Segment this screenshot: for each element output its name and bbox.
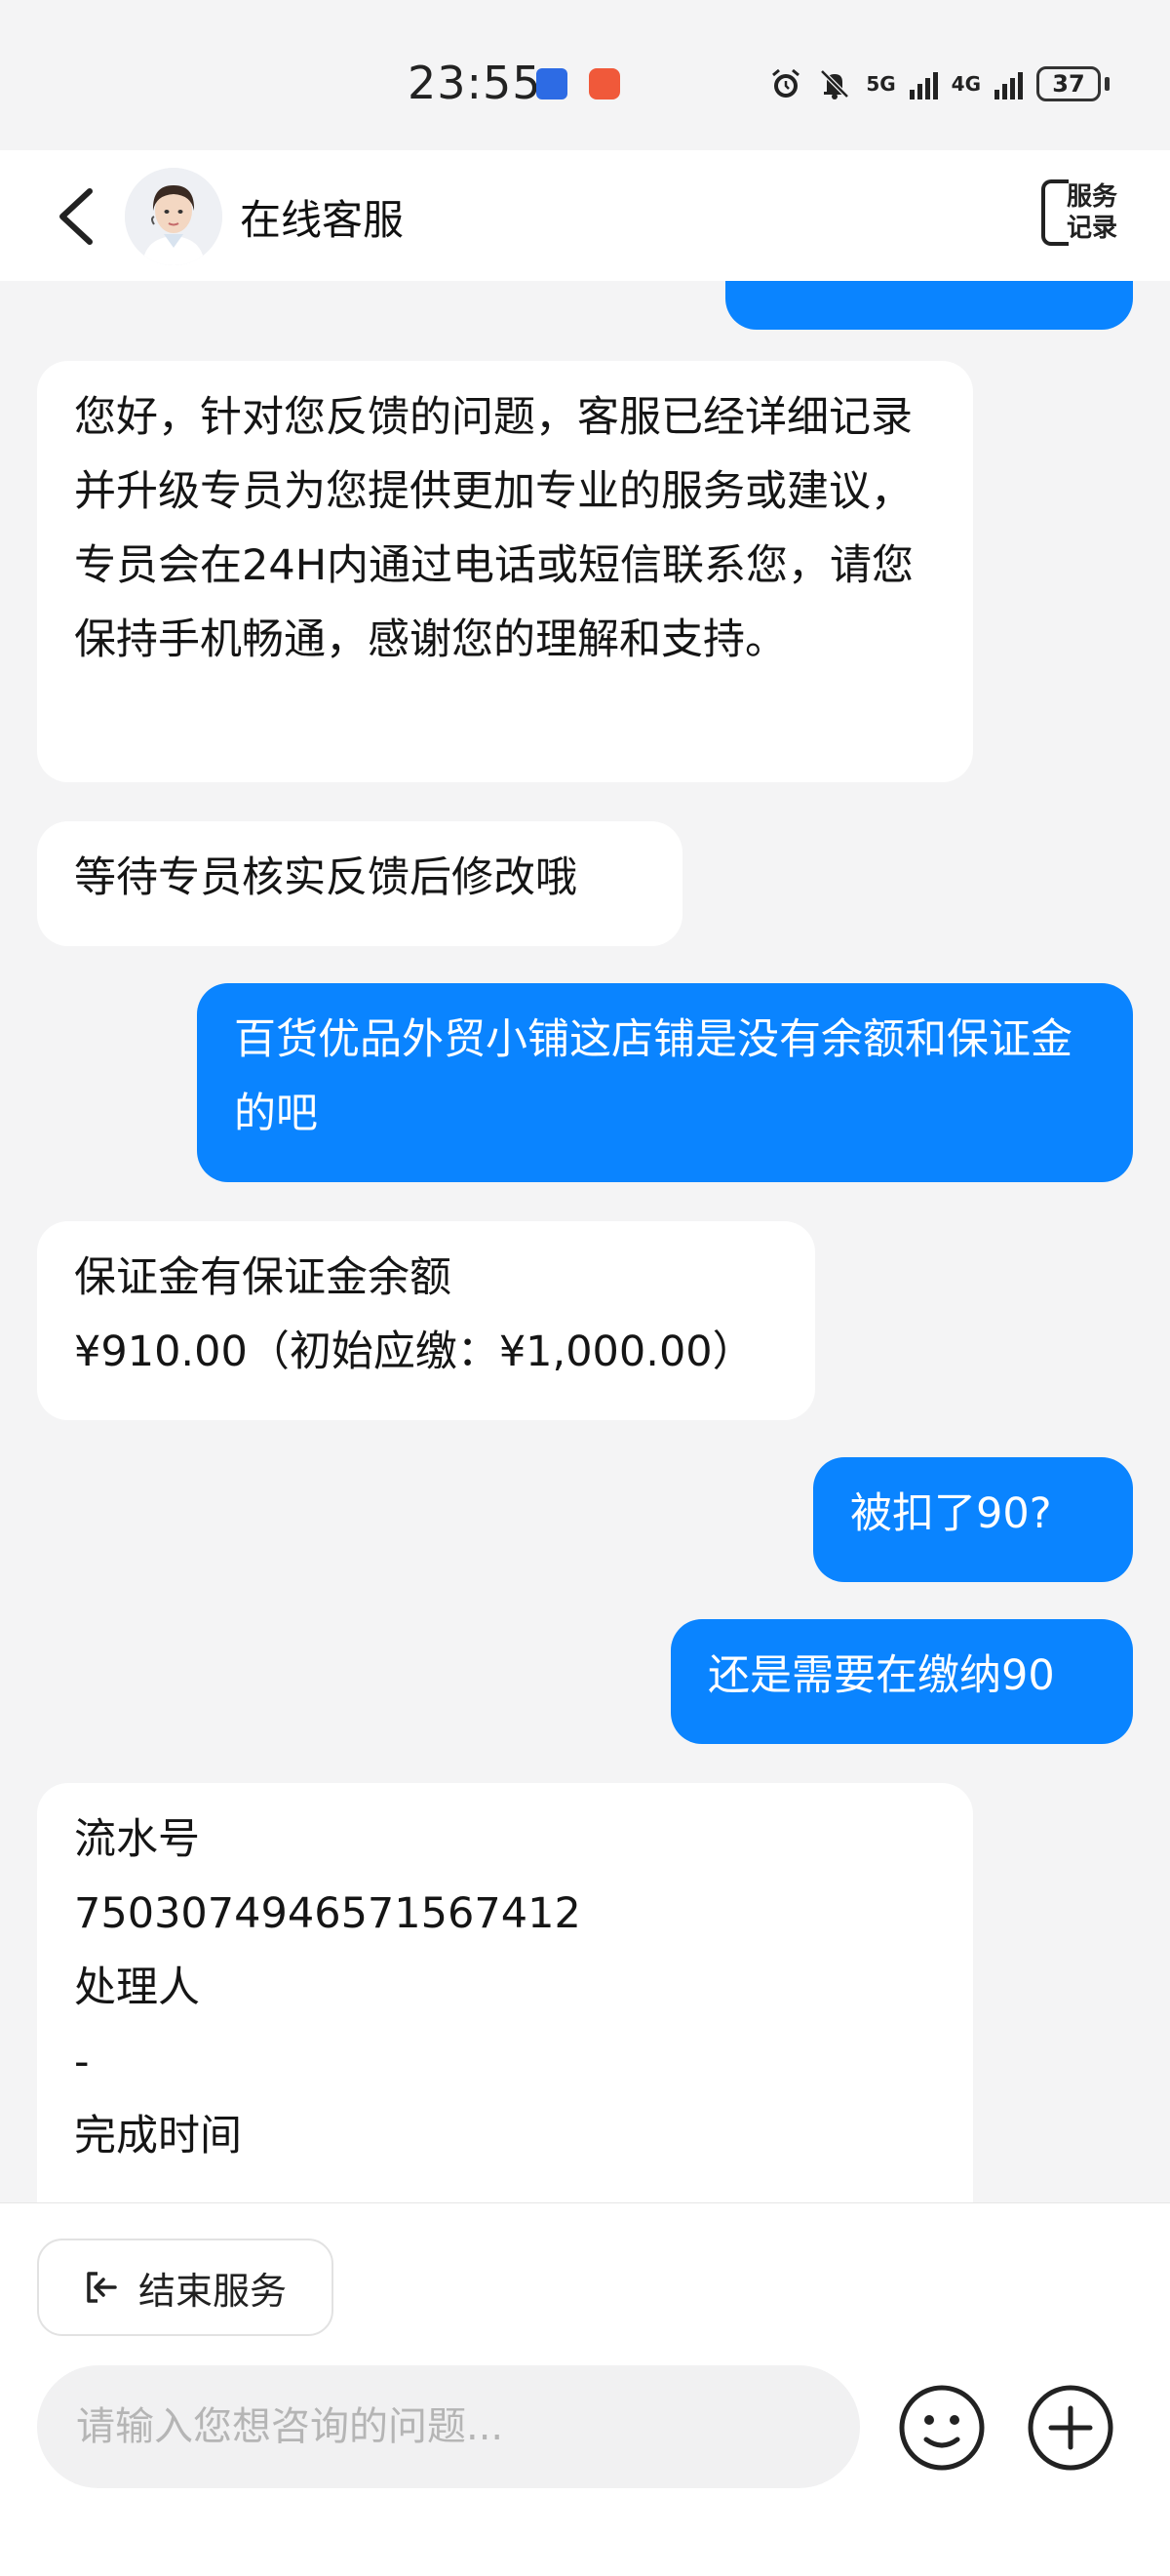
message-text: 百货优品外贸小铺这店铺是没有余额和保证金的吧 bbox=[234, 1015, 1072, 1138]
user-message-bubble: 百货优品外贸小铺这店铺是没有余额和保证金的吧 bbox=[197, 983, 1133, 1182]
input-panel: 结束服务 bbox=[0, 2202, 1170, 2576]
chat-header: 在线客服 服务 记录 bbox=[0, 150, 1170, 281]
plus-icon[interactable] bbox=[1026, 2383, 1115, 2473]
agent-message-bubble: 保证金有保证金余额 ¥910.00（初始应缴：¥1,000.00） bbox=[37, 1221, 815, 1420]
message-text: 被扣了90? bbox=[850, 1489, 1052, 1538]
message-text: 等待专员核实反馈后修改哦 bbox=[74, 853, 577, 902]
records-label: 服务 记录 bbox=[1067, 181, 1117, 244]
battery-tip bbox=[1105, 77, 1110, 91]
signal-5g-icon bbox=[909, 68, 938, 99]
exit-icon bbox=[87, 2272, 117, 2303]
alarm-icon bbox=[772, 68, 800, 98]
end-service-button[interactable]: 结束服务 bbox=[37, 2239, 333, 2336]
serial-number-label: 流水号 bbox=[74, 1815, 200, 1864]
back-arrow-icon[interactable] bbox=[51, 185, 105, 248]
message-text: 您好，针对您反馈的问题，客服已经详细记录并升级专员为您提供更加专业的服务或建议，… bbox=[74, 393, 915, 664]
agent-avatar bbox=[125, 168, 222, 265]
status-bar: 23:55 5G 4G 37 bbox=[0, 0, 1170, 150]
status-indicators: 5G 4G 37 bbox=[768, 62, 1110, 105]
status-time: 23:55 bbox=[408, 57, 542, 109]
app-notification-icon-2 bbox=[589, 68, 620, 99]
records-icon bbox=[1041, 179, 1069, 246]
battery-icon: 37 bbox=[1036, 66, 1101, 101]
network-4g-label: 4G bbox=[951, 72, 981, 96]
deposit-label: 保证金有保证金余额 bbox=[74, 1253, 451, 1302]
message-input[interactable] bbox=[37, 2365, 860, 2488]
agent-message-bubble: 您好，针对您反馈的问题，客服已经详细记录并升级专员为您提供更加专业的服务或建议，… bbox=[37, 361, 973, 782]
user-message-bubble-partial bbox=[725, 281, 1133, 330]
records-label-line2: 记录 bbox=[1067, 214, 1118, 243]
completion-time-label: 完成时间 bbox=[74, 2112, 242, 2160]
handler-label: 处理人 bbox=[74, 1963, 200, 2012]
page-title: 在线客服 bbox=[240, 196, 405, 244]
message-text: 还是需要在缴纳90 bbox=[708, 1651, 1055, 1700]
agent-message-bubble: 等待专员核实反馈后修改哦 bbox=[37, 821, 682, 946]
end-service-label: 结束服务 bbox=[138, 2269, 288, 2313]
records-label-line1: 服务 bbox=[1067, 182, 1118, 212]
mute-icon bbox=[820, 69, 850, 99]
service-records-button[interactable]: 服务 记录 bbox=[1041, 179, 1125, 250]
app-notification-icon bbox=[536, 68, 567, 99]
chat-message-list[interactable]: 您好，针对您反馈的问题，客服已经详细记录并升级专员为您提供更加专业的服务或建议，… bbox=[0, 281, 1170, 2202]
handler-value: - bbox=[74, 2038, 90, 2086]
network-5g-label: 5G bbox=[866, 72, 896, 96]
agent-record-card: 流水号 7503074946571567412 处理人 - 完成时间 bbox=[37, 1783, 973, 2202]
serial-number-value: 7503074946571567412 bbox=[74, 1889, 581, 1938]
deposit-balance: ¥910.00（初始应缴：¥1,000.00） bbox=[74, 1328, 755, 1376]
signal-4g-icon bbox=[994, 68, 1023, 99]
user-message-bubble: 被扣了90? bbox=[813, 1457, 1133, 1582]
emoji-icon[interactable] bbox=[897, 2383, 987, 2473]
user-message-bubble: 还是需要在缴纳90 bbox=[671, 1619, 1133, 1744]
